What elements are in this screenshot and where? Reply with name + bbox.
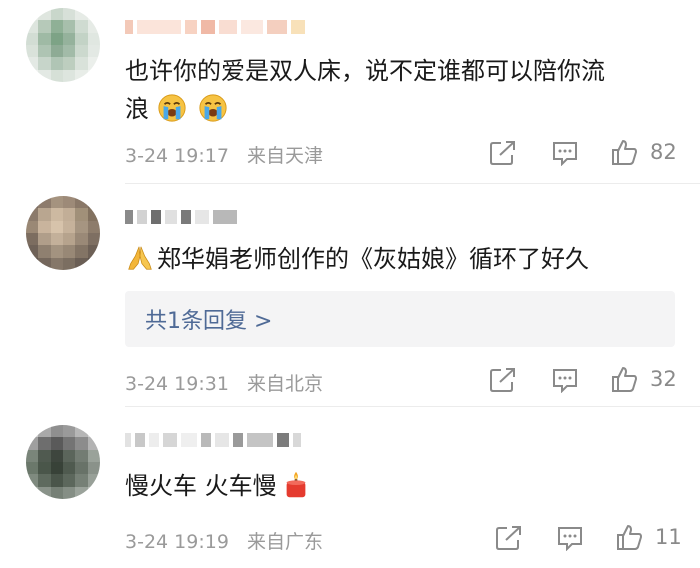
comment-location: 来自天津 [246, 145, 323, 167]
crying-face-icon [158, 94, 186, 122]
username[interactable] [125, 206, 237, 228]
comment-icon [558, 527, 582, 551]
share-button[interactable] [489, 140, 517, 166]
share-icon [496, 526, 521, 550]
username[interactable] [125, 16, 305, 38]
comment-date: 3-24 19:17 [125, 145, 229, 167]
comment-item: 慢火车 火车慢 3-24 19:19 来自广东 11 [0, 407, 700, 568]
avatar[interactable] [26, 196, 100, 270]
comment-button[interactable] [551, 140, 579, 166]
like-button[interactable]: 32 [610, 365, 677, 393]
candle-icon [286, 471, 306, 498]
like-count: 32 [650, 367, 677, 391]
share-icon [490, 141, 515, 165]
username[interactable] [125, 429, 301, 451]
comment-location: 来自广东 [246, 531, 323, 553]
like-count: 11 [655, 525, 682, 549]
comment-text: 郑华娟老师创作的《灰姑娘》循环了好久 [125, 240, 670, 278]
comment-meta: 3-24 19:31 来自北京 [125, 369, 323, 396]
comment-text-body: 慢火车 火车慢 [125, 472, 277, 500]
share-button[interactable] [489, 367, 517, 393]
like-button[interactable]: 11 [615, 523, 682, 551]
comment-meta: 3-24 19:17 来自天津 [125, 141, 323, 168]
comment-item: 也许你的爱是双人床，说不定谁都可以陪你流 浪 3-24 19:17 来自天津 8… [0, 0, 700, 183]
like-count: 82 [650, 140, 677, 164]
reply-box[interactable]: 共1条回复 > [125, 291, 675, 347]
share-icon [490, 368, 515, 392]
comment-text-body: 郑华娟老师创作的《灰姑娘》循环了好久 [157, 245, 589, 273]
like-button[interactable]: 82 [610, 138, 677, 166]
comment-icon [553, 369, 577, 393]
comment-text: 慢火车 火车慢 [125, 467, 670, 505]
view-replies-link[interactable]: 共1条回复 > [145, 303, 272, 335]
thumbs-up-icon [617, 525, 642, 550]
folded-hands-icon [128, 246, 152, 270]
comment-button[interactable] [556, 525, 584, 551]
comment-icon [553, 142, 577, 166]
comment-text-line-2: 浪 [125, 95, 149, 123]
thumbs-up-icon [612, 140, 637, 165]
comment-meta: 3-24 19:19 来自广东 [125, 527, 323, 554]
avatar[interactable] [26, 8, 100, 82]
comment-date: 3-24 19:19 [125, 531, 229, 553]
share-button[interactable] [495, 525, 523, 551]
avatar[interactable] [26, 425, 100, 499]
comment-date: 3-24 19:31 [125, 373, 229, 395]
crying-face-icon [199, 94, 227, 122]
comment-text: 也许你的爱是双人床，说不定谁都可以陪你流 浪 [125, 52, 670, 128]
thumbs-up-icon [612, 367, 637, 392]
comment-location: 来自北京 [246, 373, 323, 395]
comment-button[interactable] [551, 367, 579, 393]
comment-item: 郑华娟老师创作的《灰姑娘》循环了好久 共1条回复 > 3-24 19:31 来自… [0, 184, 700, 406]
comment-text-line-1: 也许你的爱是双人床，说不定谁都可以陪你流 [125, 57, 605, 85]
